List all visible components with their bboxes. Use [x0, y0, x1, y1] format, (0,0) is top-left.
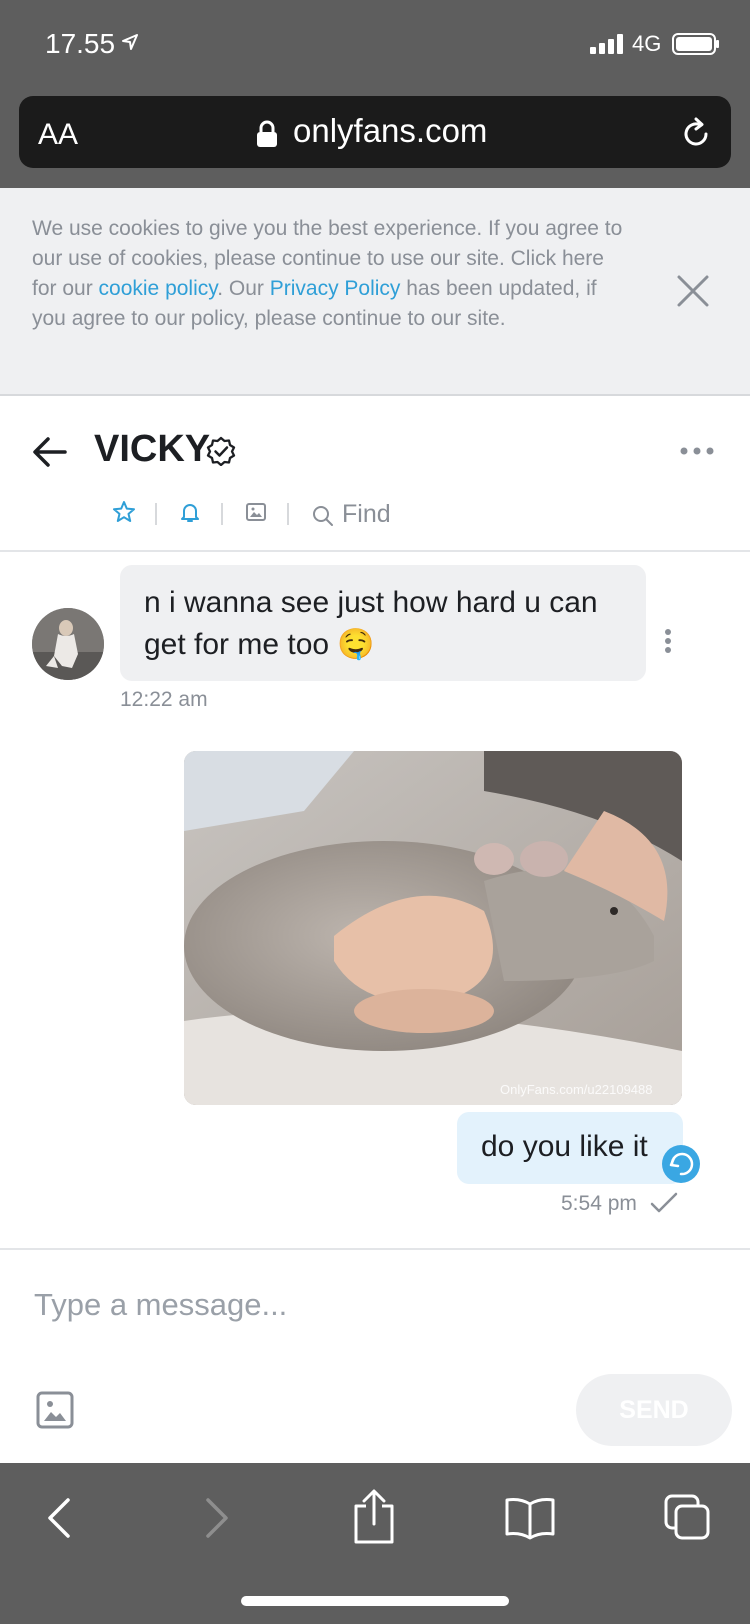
text-size-button[interactable]: AA [38, 118, 78, 152]
star-icon[interactable] [112, 500, 136, 524]
text-size-label: AA [38, 118, 79, 151]
signal-icon [590, 34, 623, 54]
contact-name[interactable]: VICKY [94, 428, 210, 471]
message-options-icon[interactable] [664, 628, 672, 654]
toolbar-divider [287, 503, 289, 525]
search-icon[interactable] [312, 505, 334, 527]
bookmarks-icon[interactable] [504, 1496, 556, 1540]
bell-icon[interactable] [178, 500, 202, 524]
browser-back-icon[interactable] [44, 1496, 72, 1540]
status-time: 17.55 [45, 28, 116, 59]
sent-check-icon [650, 1192, 678, 1213]
incoming-message-time: 12:22 am [120, 688, 208, 711]
home-indicator [241, 1596, 509, 1606]
undo-icon[interactable] [662, 1145, 700, 1183]
photo-message[interactable] [184, 751, 682, 1105]
tabs-icon[interactable] [664, 1494, 712, 1542]
reload-icon[interactable] [678, 116, 714, 152]
incoming-message-text: n i wanna see just how hard u can get fo… [144, 586, 598, 661]
cookie-policy-link[interactable]: cookie policy [99, 277, 218, 300]
cookie-message: We use cookies to give you the best expe… [32, 214, 632, 334]
send-button[interactable]: SEND [576, 1374, 732, 1446]
network-type: 4G [632, 31, 662, 56]
find-button[interactable]: Find [342, 500, 391, 529]
share-icon[interactable] [352, 1488, 396, 1544]
outgoing-message-time: 5:54 pm [561, 1192, 637, 1215]
media-icon[interactable] [244, 500, 268, 524]
toolbar-divider [155, 503, 157, 525]
more-options-icon[interactable] [680, 446, 714, 456]
privacy-policy-link[interactable]: Privacy Policy [270, 277, 401, 300]
back-arrow-icon[interactable] [32, 434, 68, 470]
browser-forward-icon[interactable] [204, 1496, 232, 1540]
lock-icon [257, 120, 277, 147]
avatar[interactable] [32, 608, 104, 680]
toolbar-divider [221, 503, 223, 525]
compose-divider [0, 1248, 750, 1250]
photo-watermark: OnlyFans.com/u22109488 [500, 1082, 653, 1097]
verified-badge-icon [206, 436, 236, 466]
battery-icon [672, 33, 719, 55]
url-text[interactable]: onlyfans.com [293, 112, 487, 150]
close-icon[interactable] [676, 274, 710, 308]
header-divider [0, 550, 750, 552]
cookie-text-2: . Our [217, 277, 270, 300]
outgoing-message-text: do you like it [481, 1130, 648, 1163]
location-arrow-icon [122, 34, 138, 50]
message-input[interactable] [32, 1280, 556, 1330]
attach-image-icon[interactable] [36, 1391, 74, 1429]
